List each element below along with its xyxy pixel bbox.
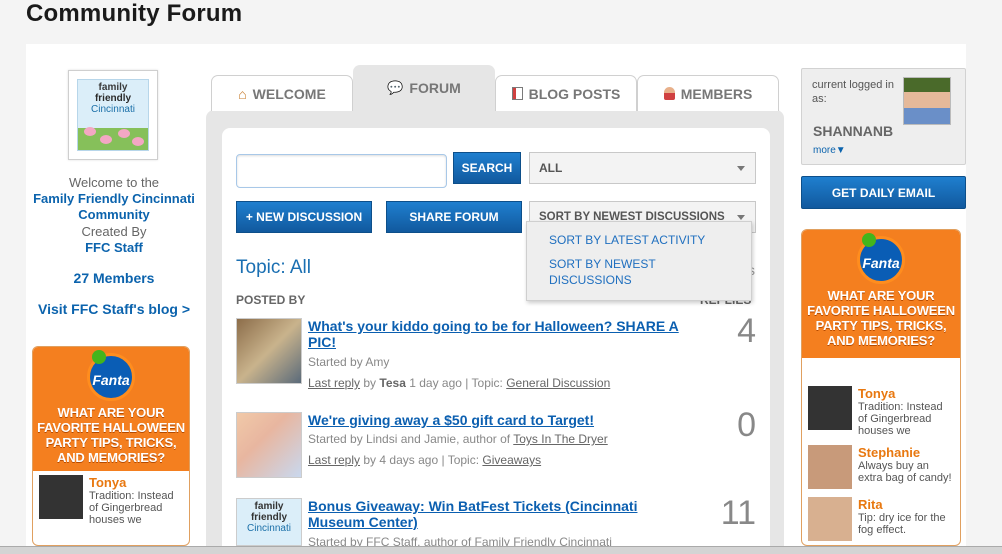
more-link[interactable]: more▼ [813, 145, 846, 156]
chevron-down-icon [737, 166, 745, 171]
discussion-thumbnail[interactable]: family friendly Cincinnati [236, 498, 302, 546]
tab-label: MEMBERS [680, 85, 753, 102]
ad-comment[interactable]: Rita Tip: dry ice for the fog effect. [802, 493, 960, 545]
tab-forum[interactable]: 💬 FORUM [353, 65, 495, 111]
discussion-thumbnail[interactable] [236, 318, 302, 384]
discussion-started-by: Started by Amy [308, 355, 390, 369]
tab-label: WELCOME [252, 85, 326, 102]
last-reply-link[interactable]: Last reply [308, 376, 360, 390]
reply-count: 4 [737, 312, 756, 350]
ad-comment-text: Tip: dry ice for the fog effect. [858, 512, 946, 536]
thumb-logo-text: friendly [250, 512, 288, 523]
person-icon [663, 87, 675, 100]
ad-comment-text: Tradition: Instead of Gingerbread houses… [858, 401, 943, 437]
topic-label: Topic: [447, 453, 480, 467]
by-label: by [363, 376, 377, 390]
search-input[interactable] [236, 154, 447, 188]
community-name-link[interactable]: Family Friendly Cincinnati Community [32, 191, 196, 223]
avatar[interactable] [903, 77, 951, 125]
fanta-ad-left[interactable]: Fanta WHAT ARE YOUR FAVORITE HALLOWEEN P… [32, 346, 190, 546]
fanta-logo-icon: Fanta [87, 350, 135, 401]
sort-dropdown-menu: SORT BY LATEST ACTIVITY SORT BY NEWEST D… [526, 221, 752, 301]
document-icon [511, 87, 523, 100]
reply-count: 0 [737, 406, 756, 444]
topic-link[interactable]: Giveaways [482, 453, 541, 467]
logo-text-line2: friendly [94, 93, 132, 104]
members-count-link[interactable]: 27 Members [32, 270, 196, 286]
ad-comment[interactable]: Tonya Tradition: Instead of Gingerbread … [33, 471, 189, 530]
by-label: by [363, 453, 377, 467]
visit-blog-link[interactable]: Visit FFC Staff's blog > [32, 301, 196, 317]
discussion-row: Bonus Giveaway: Win BatFest Tickets (Cin… [308, 498, 688, 550]
ad-comment-name: Tonya [858, 386, 896, 401]
avatar [808, 386, 852, 430]
avatar [808, 445, 852, 489]
pig-icon [118, 129, 130, 138]
topic-heading: Topic: All [236, 257, 311, 278]
sort-option-latest-activity[interactable]: SORT BY LATEST ACTIVITY [549, 232, 729, 248]
discussion-thumbnail[interactable] [236, 412, 302, 478]
tab-label: BLOG POSTS [528, 85, 621, 102]
discussion-title-link[interactable]: What's your kiddo going to be for Hallow… [308, 318, 708, 350]
thumb-logo-text: family [254, 501, 284, 512]
last-reply-link[interactable]: Last reply [308, 453, 360, 467]
logged-in-label: current logged in as: [812, 79, 894, 105]
filter-select[interactable]: ALL [529, 152, 756, 184]
chevron-down-icon [737, 215, 745, 220]
logo-image: family friendly Cincinnati [77, 79, 149, 151]
logo-text-line3: Cincinnati [91, 104, 135, 115]
pig-icon [84, 127, 96, 136]
discussion-started-by: Started by Lindsi and Jamie, author of [308, 432, 511, 446]
fanta-ad-right[interactable]: Fanta WHAT ARE YOUR FAVORITE HALLOWEEN P… [801, 229, 961, 546]
avatar [39, 475, 83, 519]
posted-by-header: POSTED BY [236, 293, 306, 307]
house-icon: ⌂ [238, 85, 247, 102]
page-title: Community Forum [26, 0, 243, 27]
thumb-logo-text: Cincinnati [247, 523, 291, 534]
ad-comment-name: Stephanie [858, 445, 921, 460]
last-reply-time: 1 day ago [409, 376, 462, 390]
discussion-row: We're giving away a $50 gift card to Tar… [308, 412, 708, 468]
share-forum-button[interactable]: SHARE FORUM [386, 201, 522, 233]
last-reply-user[interactable]: Tesa [379, 376, 405, 390]
fanta-logo-icon: Fanta [857, 233, 905, 284]
ad-headline: WHAT ARE YOUR FAVORITE HALLOWEEN PARTY T… [37, 405, 185, 465]
discussion-row: What's your kiddo going to be for Hallow… [308, 318, 708, 391]
ad-headline: WHAT ARE YOUR FAVORITE HALLOWEEN PARTY T… [807, 288, 955, 348]
topic-link[interactable]: General Discussion [506, 376, 610, 390]
pig-icon [132, 137, 144, 146]
ad-comment[interactable]: Stephanie Always buy an extra bag of can… [802, 441, 960, 493]
discussion-title-link[interactable]: We're giving away a $50 gift card to Tar… [308, 412, 708, 428]
ad-comment[interactable]: Tonya Tradition: Instead of Gingerbread … [802, 358, 960, 441]
created-by-label: Created By [81, 224, 147, 239]
logo-text-line1: family [98, 82, 128, 93]
author-blog-link[interactable]: Toys In The Dryer [513, 432, 607, 446]
ad-comment-text: Tradition: Instead of Gingerbread houses… [89, 490, 174, 526]
window-bottom-bar [0, 546, 1002, 554]
reply-count: 11 [720, 494, 756, 532]
filter-select-value: ALL [539, 161, 563, 175]
last-reply-time: 4 days ago [379, 453, 439, 467]
username[interactable]: SHANNANB [813, 123, 893, 139]
tab-welcome[interactable]: ⌂ WELCOME [211, 75, 353, 111]
get-daily-email-button[interactable]: GET DAILY EMAIL [801, 176, 966, 209]
tab-members[interactable]: MEMBERS [637, 75, 779, 111]
speech-bubbles-icon: 💬 [387, 80, 404, 95]
sort-option-newest-discussions[interactable]: SORT BY NEWEST DISCUSSIONS [549, 256, 729, 288]
search-button[interactable]: SEARCH [453, 152, 521, 184]
tab-blog-posts[interactable]: BLOG POSTS [495, 75, 637, 111]
ad-comment-name: Rita [858, 497, 883, 512]
creator-link[interactable]: FFC Staff [32, 240, 196, 256]
new-discussion-button[interactable]: + NEW DISCUSSION [236, 201, 372, 233]
tab-label: FORUM [409, 80, 461, 96]
ad-comment-text: Always buy an extra bag of candy! [858, 460, 952, 484]
avatar [808, 497, 852, 541]
logged-in-user-box: current logged in as: SHANNANB more▼ [801, 68, 966, 165]
topic-label: Topic: [471, 376, 503, 390]
discussion-title-link[interactable]: Bonus Giveaway: Win BatFest Tickets (Cin… [308, 498, 688, 530]
welcome-text: Welcome to the [68, 175, 160, 190]
pig-icon [100, 135, 112, 144]
ad-comment-name: Tonya [89, 475, 127, 490]
community-logo[interactable]: family friendly Cincinnati [68, 70, 158, 160]
